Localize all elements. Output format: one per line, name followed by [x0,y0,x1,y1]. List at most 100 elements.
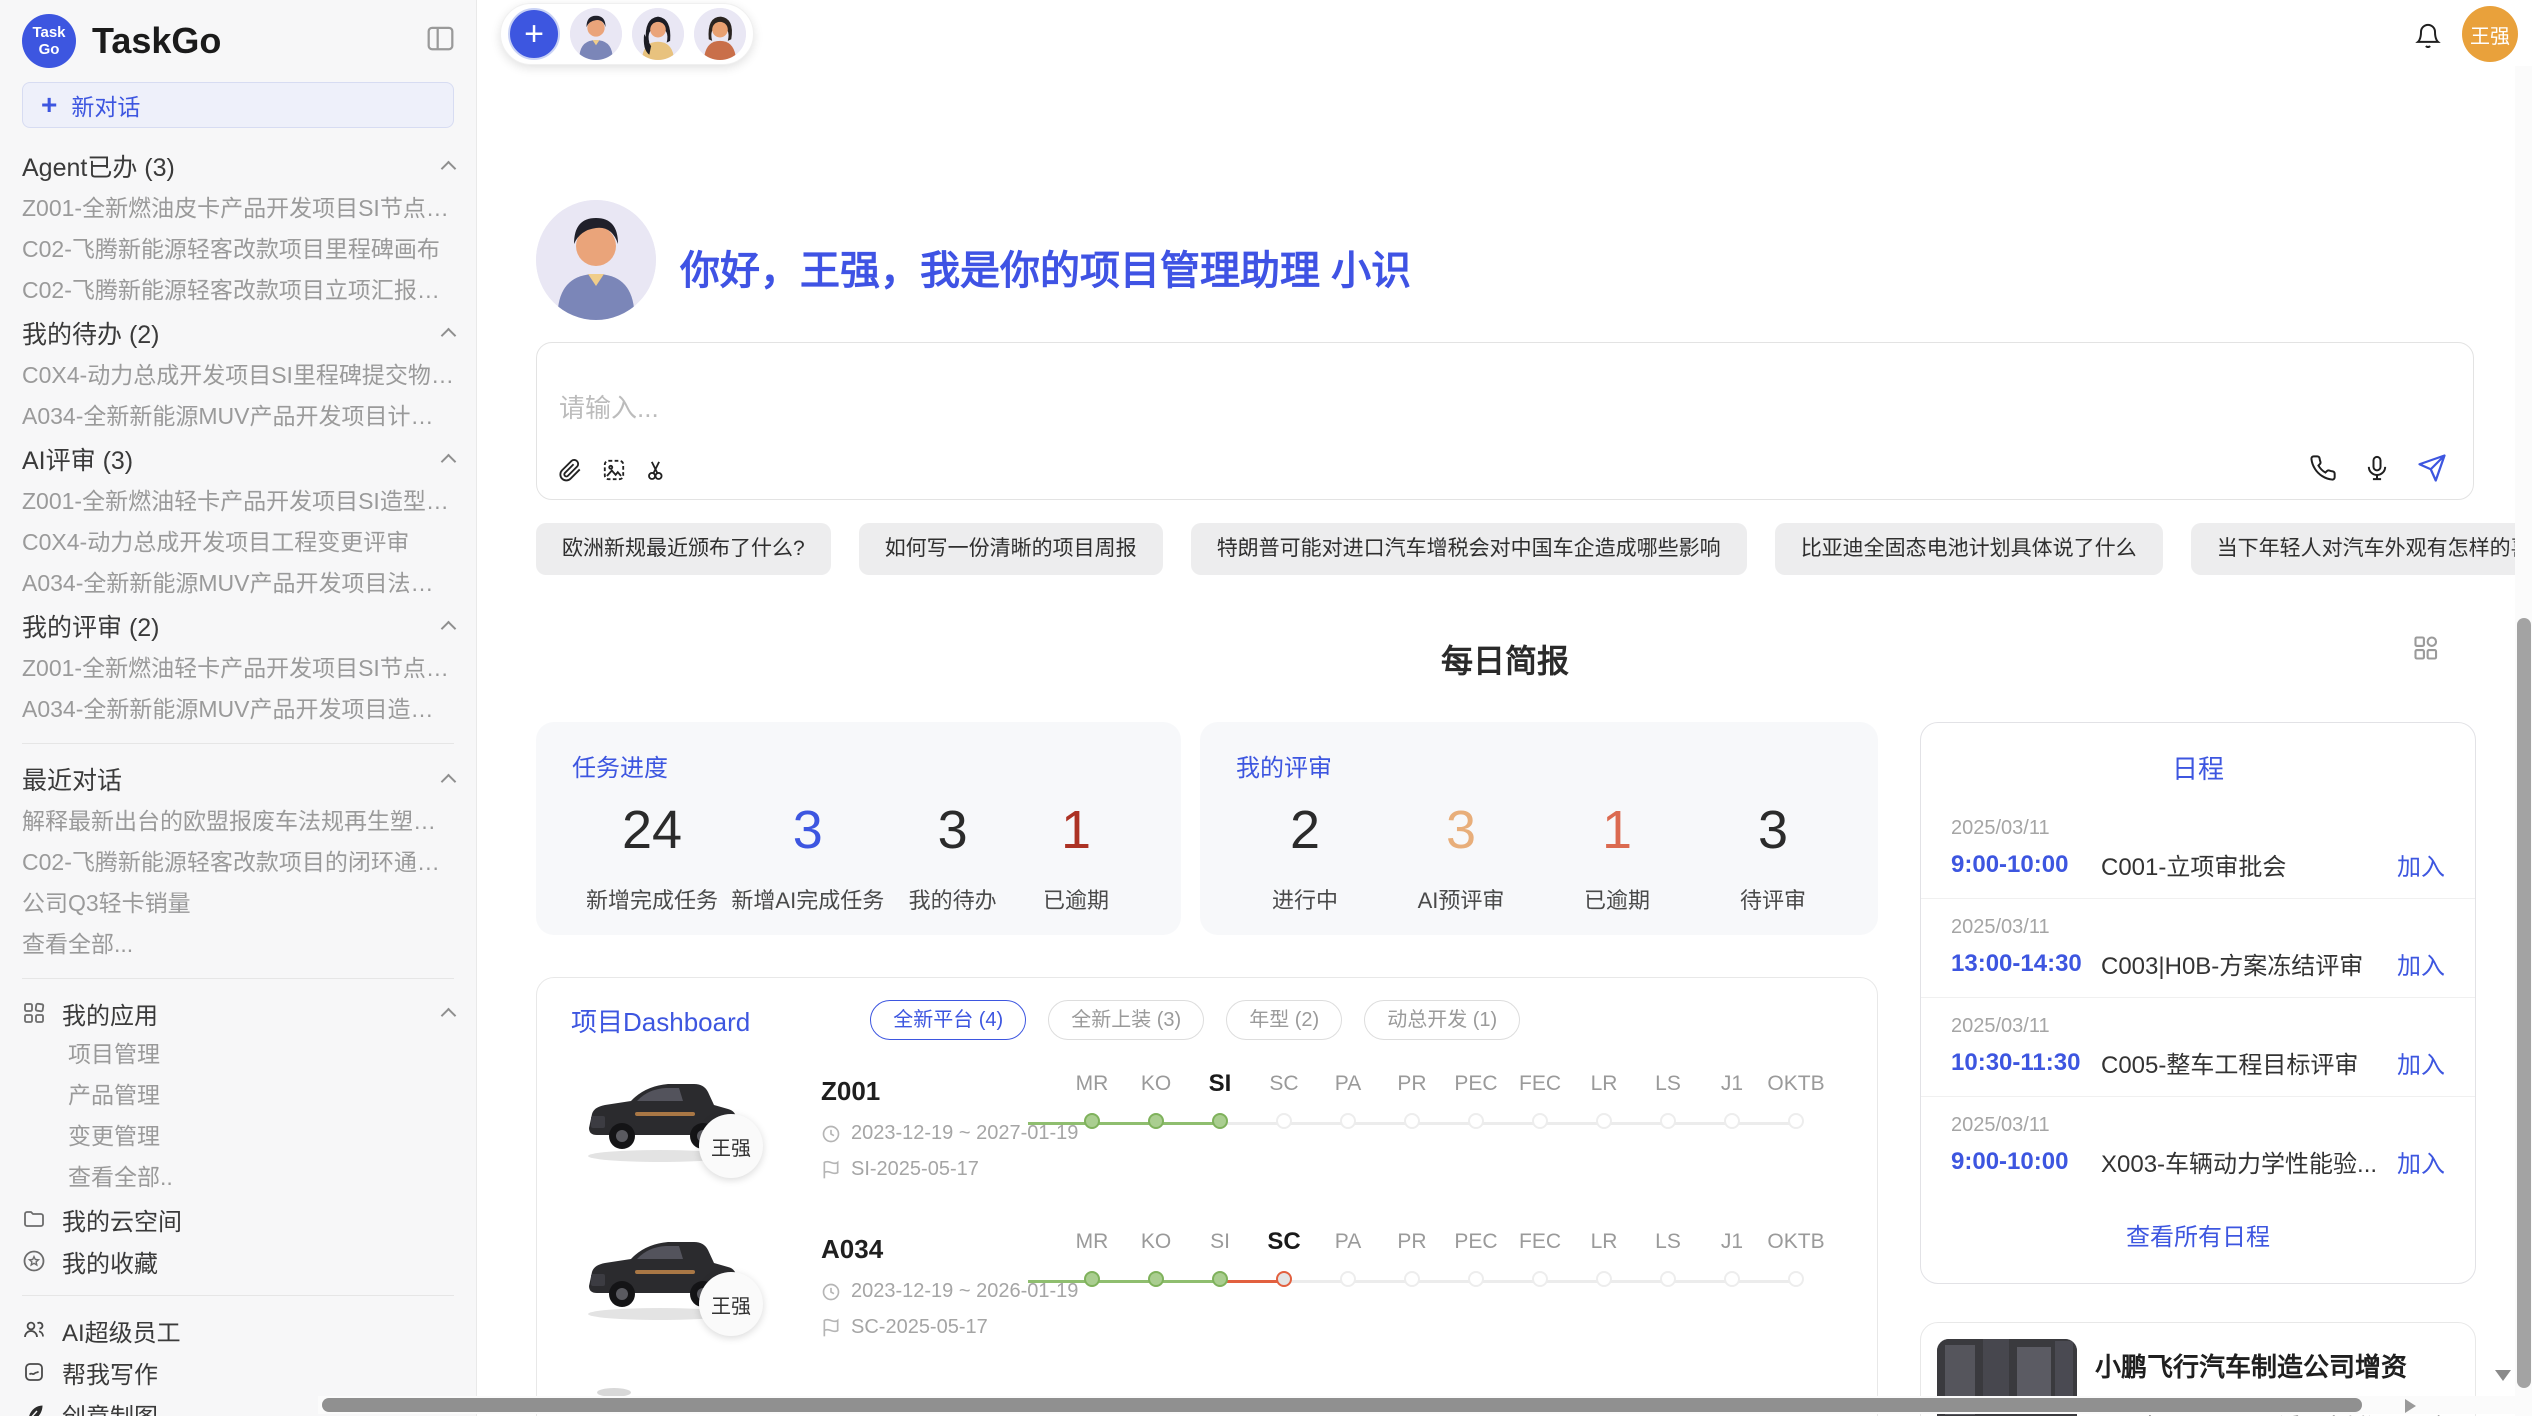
section-header-recent[interactable]: 最近对话 [22,757,454,801]
suggestion-chip[interactable]: 如何写一份清晰的项目周报 [859,523,1163,575]
milestone-label: LR [1572,1066,1636,1102]
stat-my-todo: 3 我的待办 [898,799,1008,915]
sidebar-item-help-writing[interactable]: 帮我写作 [22,1351,454,1393]
conversation-item[interactable]: A034-全新新能源MUV产品开发项目法规符合性评审 [22,563,454,604]
recent-view-all[interactable]: 查看全部... [22,924,454,965]
app-link-product-mgmt[interactable]: 产品管理 [22,1075,454,1116]
agent-avatar[interactable] [632,8,684,60]
sidebar-item-ai-super-staff[interactable]: AI超级员工 [22,1309,454,1351]
milestone-label: FEC [1508,1066,1572,1102]
schedule-time: 9:00-10:00 [1951,851,2101,879]
phone-call-icon[interactable] [2309,454,2337,482]
schedule-date: 2025/03/11 [1951,1110,2445,1140]
vertical-scrollbar[interactable] [2515,66,2532,1416]
conversation-item[interactable]: C02-飞腾新能源轻客改款项目立项汇报方案 [22,270,454,311]
schedule-time: 13:00-14:30 [1951,950,2101,978]
filter-model-year[interactable]: 年型 (2) [1226,1000,1342,1040]
grid-icon [22,1001,46,1025]
stat-label: 已逾期 [1021,883,1131,915]
dashboard-filters: 全新平台 (4) 全新上装 (3) 年型 (2) 动总开发 (1) [870,1000,1520,1040]
new-chat-button[interactable]: + 新对话 [22,82,454,128]
sidebar-item-my-apps[interactable]: 我的应用 [22,992,454,1034]
layout-grid-icon[interactable] [2412,634,2440,667]
attachment-icon[interactable] [557,457,583,483]
recent-conversation-item[interactable]: 公司Q3轻卡销量 [22,883,454,924]
suggestion-chip[interactable]: 比亚迪全固态电池计划具体说了什么 [1775,523,2163,575]
chevron-up-icon [441,620,457,636]
join-link[interactable]: 加入 [2397,847,2445,882]
suggestion-chip[interactable]: 特朗普可能对进口汽车增税会对中国车企造成哪些影响 [1191,523,1747,575]
conversation-item[interactable]: Z001-全新燃油轻卡产品开发项目SI节点属性5D文件评审 [22,648,454,689]
join-link[interactable]: 加入 [2397,1144,2445,1179]
project-row[interactable]: 王强 Z001 2023-12-19 ~ 2027-01-19 SI-2025-… [537,1056,1877,1214]
microphone-icon[interactable] [2363,454,2391,482]
help-writing-label: 帮我写作 [62,1355,158,1390]
milestone-date: SI-2025-05-17 [851,1158,979,1181]
milestone-dot-pending [1468,1113,1484,1129]
view-all-schedule-link[interactable]: 查看所有日程 [1921,1195,2475,1252]
section-header-ai-review[interactable]: AI评审 (3) [22,437,454,481]
section-header-my-todo[interactable]: 我的待办 (2) [22,311,454,355]
scroll-right-arrow[interactable] [2405,1399,2416,1413]
sidebar-item-favorites[interactable]: 我的收藏 [22,1240,454,1282]
milestone-label: SC [1252,1066,1316,1102]
milestone-dot-current [1212,1113,1228,1129]
schedule-item[interactable]: 2025/03/11 9:00-10:00 X003-车辆动力学性能验... 加… [1921,1097,2475,1195]
conversation-item[interactable]: A034-全新新能源MUV产品开发项目造型可行性评审 [22,689,454,730]
agent-avatar[interactable] [694,8,746,60]
project-owner-badge: 王强 [699,1272,763,1336]
milestone-dot-pending [1660,1113,1676,1129]
conversation-item[interactable]: Z001-全新燃油轻卡产品开发项目SI造型提交物评审 [22,481,454,522]
conversation-item[interactable]: C02-飞腾新能源轻客改款项目里程碑画布 [22,229,454,270]
stat-label: 新增AI完成任务 [731,883,884,915]
conversation-item[interactable]: Z001-全新燃油皮卡产品开发项目SI节点Lesson Learn报告 [22,188,454,229]
section-header-my-review[interactable]: 我的评审 (2) [22,604,454,648]
schedule-item[interactable]: 2025/03/11 13:00-14:30 C003|H0B-方案冻结评审 加… [1921,899,2475,998]
milestone-dot-pending [1276,1113,1292,1129]
add-agent-button[interactable]: + [508,8,560,60]
filter-new-body[interactable]: 全新上装 (3) [1048,1000,1204,1040]
scissors-icon[interactable] [645,457,671,483]
scroll-down-arrow[interactable] [2495,1370,2511,1381]
section-title: 我的评审 (2) [22,608,160,644]
chat-input[interactable] [559,393,1759,424]
section-title: AI评审 (3) [22,441,133,477]
conversation-item[interactable]: C0X4-动力总成开发项目工程变更评审 [22,522,454,563]
schedule-item[interactable]: 2025/03/11 9:00-10:00 C001-立项审批会 加入 [1921,800,2475,899]
horizontal-scrollbar[interactable] [318,1396,2532,1414]
filter-powertrain[interactable]: 动总开发 (1) [1364,1000,1520,1040]
vertical-scrollbar-thumb[interactable] [2517,618,2531,1388]
schedule-item[interactable]: 2025/03/11 10:30-11:30 C005-整车工程目标评审 加入 [1921,998,2475,1097]
app-link-project-mgmt[interactable]: 项目管理 [22,1034,454,1075]
conversation-item[interactable]: C0X4-动力总成开发项目SI里程碑提交物检查 [22,355,454,396]
join-link[interactable]: 加入 [2397,1045,2445,1080]
suggestion-chip[interactable]: 欧洲新规最近颁布了什么? [536,523,831,575]
agent-avatar[interactable] [570,8,622,60]
star-circle-icon [22,1249,46,1273]
task-progress-card: 任务进度 24 新增完成任务 3 新增AI完成任务 3 我的待办 1 已逾期 [536,722,1181,935]
sidebar-item-cloud-space[interactable]: 我的云空间 [22,1198,454,1240]
section-header-agent-done[interactable]: Agent已办 (3) [22,144,454,188]
recent-conversation-item[interactable]: 解释最新出台的欧盟报废车法规再生塑料比例被调至15%... [22,801,454,842]
daily-briefing-title: 每日简报 [536,636,2474,682]
filter-new-platform[interactable]: 全新平台 (4) [870,1000,1026,1040]
image-icon[interactable] [601,457,627,483]
project-row[interactable]: 王强 A034 2023-12-19 ~ 2026-01-19 SC-2025-… [537,1214,1877,1372]
notification-bell-icon[interactable] [2414,22,2442,55]
send-icon[interactable] [2417,453,2447,483]
schedule-event-title: C003|H0B-方案冻结评审 [2101,946,2383,981]
recent-conversation-item[interactable]: C02-飞腾新能源轻客改款项目的闭环通告反馈情况 [22,842,454,883]
sidebar-collapse-icon[interactable] [427,26,454,56]
plus-icon: + [41,89,57,121]
join-link[interactable]: 加入 [2397,946,2445,981]
stat-value: 3 [1406,799,1516,861]
project-dates: 2023-12-19 ~ 2026-01-19 [821,1280,1078,1303]
schedule-event-title: C005-整车工程目标评审 [2101,1045,2383,1080]
user-avatar[interactable]: 王强 [2462,6,2518,62]
milestone-label-current: SC [1252,1224,1316,1260]
app-link-change-mgmt[interactable]: 变更管理 [22,1116,454,1157]
apps-view-all[interactable]: 查看全部.. [22,1157,454,1198]
conversation-item[interactable]: A034-全新新能源MUV产品开发项目计划变更表编写 [22,396,454,437]
suggestion-chip[interactable]: 当下年轻人对汽车外观有怎样的喜好趋势 [2191,523,2532,575]
horizontal-scrollbar-thumb[interactable] [322,1398,2362,1412]
